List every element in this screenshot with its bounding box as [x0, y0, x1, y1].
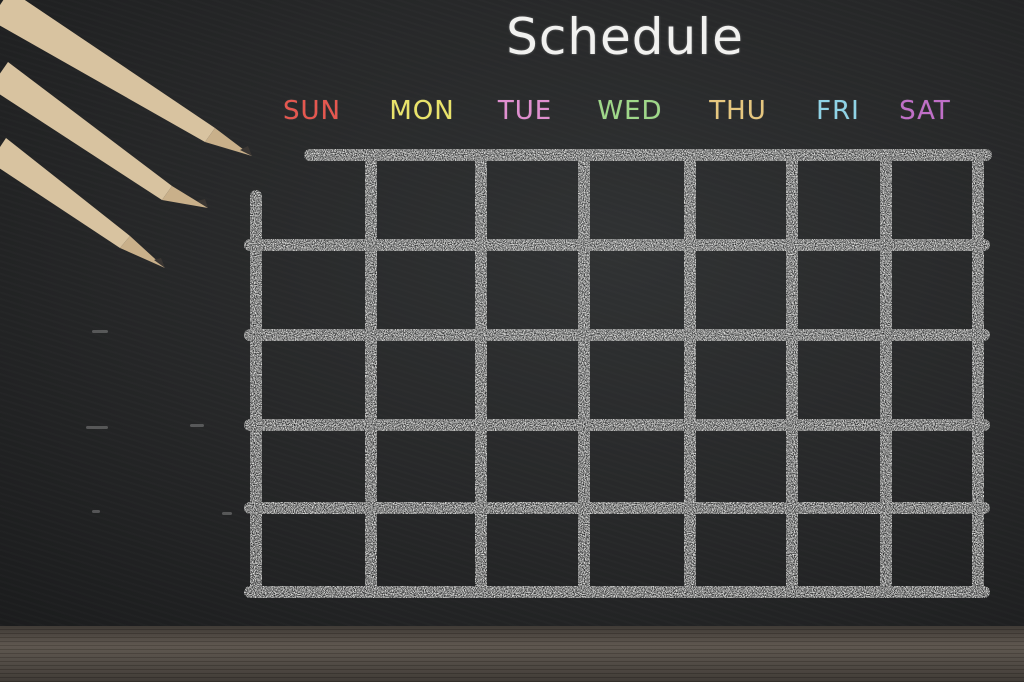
pencils: [0, 0, 252, 268]
grid-lines: [244, 149, 992, 598]
pencil: [0, 0, 252, 156]
pencil: [0, 138, 165, 268]
photo-scene: Schedule SUN MON TUE WED THU FRI SAT: [0, 0, 1024, 682]
